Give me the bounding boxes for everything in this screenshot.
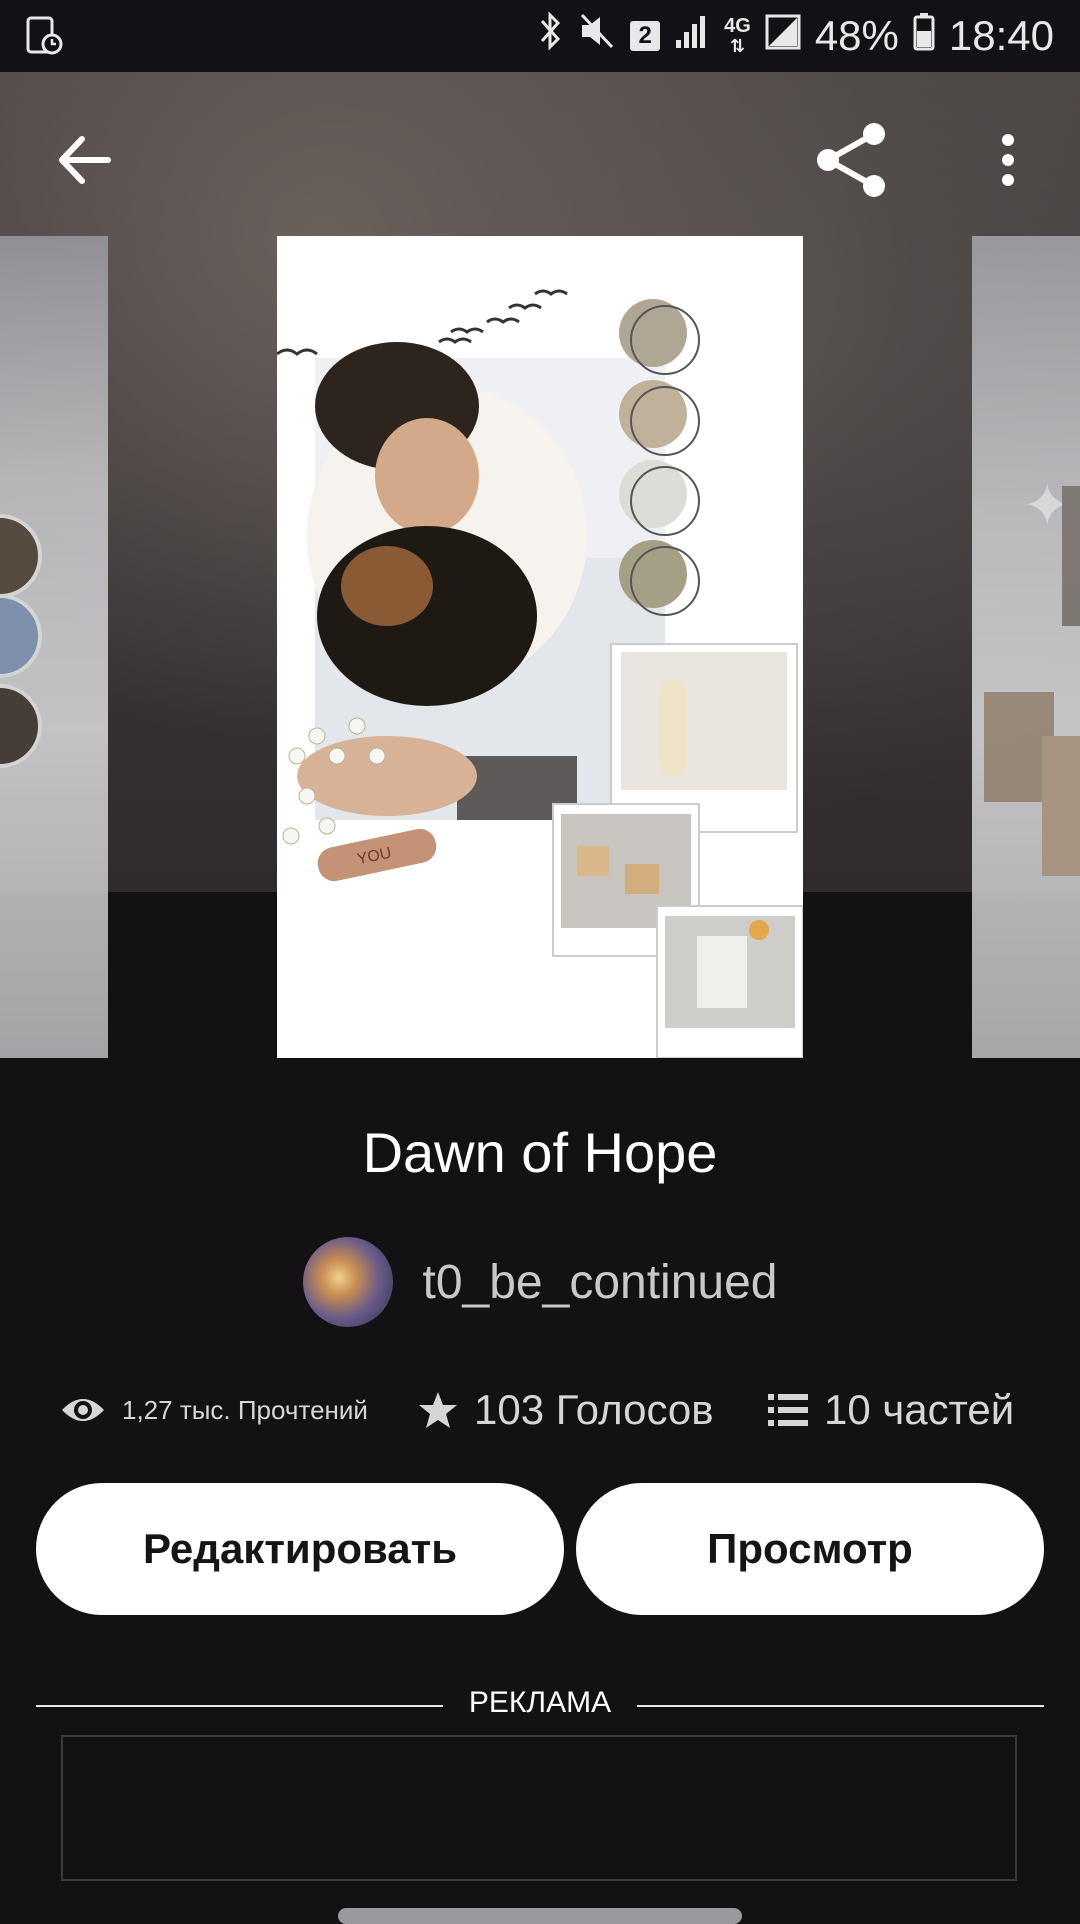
star-icon xyxy=(419,1392,457,1428)
cover-collage xyxy=(277,289,803,1058)
avatar[interactable] xyxy=(302,1237,393,1327)
reads-count: 1,27 тыс. Прочтений xyxy=(122,1394,368,1425)
story-title: Dawn of Hope xyxy=(362,1121,718,1184)
battery-icon xyxy=(913,11,935,61)
back-button[interactable] xyxy=(44,120,124,200)
ad-label: РЕКЛАМА xyxy=(442,1686,638,1719)
edit-button[interactable]: Редактировать xyxy=(36,1483,564,1615)
votes-stat: 103 Голосов xyxy=(418,1380,714,1440)
back-arrow-icon xyxy=(59,136,111,184)
sim-badge: 2 xyxy=(630,21,661,51)
votes-count: 103 Голосов xyxy=(474,1386,714,1433)
story-stats: 1,27 тыс. Прочтений 103 Голосов 10 часте… xyxy=(0,1380,1080,1440)
eye-icon xyxy=(62,1399,104,1421)
previous-story-cover[interactable] xyxy=(0,236,108,1058)
list-icon xyxy=(768,1394,808,1426)
bluetooth-icon xyxy=(538,11,564,61)
parts-count: 10 частей xyxy=(824,1386,1015,1433)
polaroid-paper xyxy=(656,905,803,1058)
battery-percent: 48% xyxy=(814,12,899,59)
bottom-sheet-handle[interactable] xyxy=(338,1908,742,1924)
previous-cover-art xyxy=(0,514,42,768)
mute-icon xyxy=(578,11,616,61)
share-button[interactable] xyxy=(812,120,892,200)
reads-stat: 1,27 тыс. Прочтений xyxy=(60,1380,368,1440)
ad-separator: РЕКЛАМА xyxy=(36,1686,1044,1726)
signal-2-icon xyxy=(765,12,801,60)
clock: 18:40 xyxy=(948,12,1054,59)
screen-recorder-icon xyxy=(26,16,64,56)
status-bar: 2 4G ⇅ 48% 18:40 xyxy=(0,0,1080,72)
author-row[interactable]: t0_be_continued xyxy=(0,1236,1080,1328)
story-cover[interactable]: YOU xyxy=(277,236,803,1058)
signal-icon xyxy=(674,12,710,60)
author-name[interactable]: t0_be_continued xyxy=(423,1255,778,1310)
more-vert-icon xyxy=(1002,134,1014,186)
next-story-cover[interactable]: ✦ xyxy=(972,236,1080,1058)
parts-stat[interactable]: 10 частей xyxy=(768,1380,1014,1440)
ad-banner[interactable] xyxy=(61,1735,1017,1881)
view-button[interactable]: Просмотр xyxy=(576,1483,1044,1615)
more-options-button[interactable] xyxy=(968,120,1048,200)
next-cover-art: ✦ xyxy=(984,471,1080,876)
share-icon xyxy=(817,123,885,197)
network-type: 4G ⇅ xyxy=(724,15,751,56)
